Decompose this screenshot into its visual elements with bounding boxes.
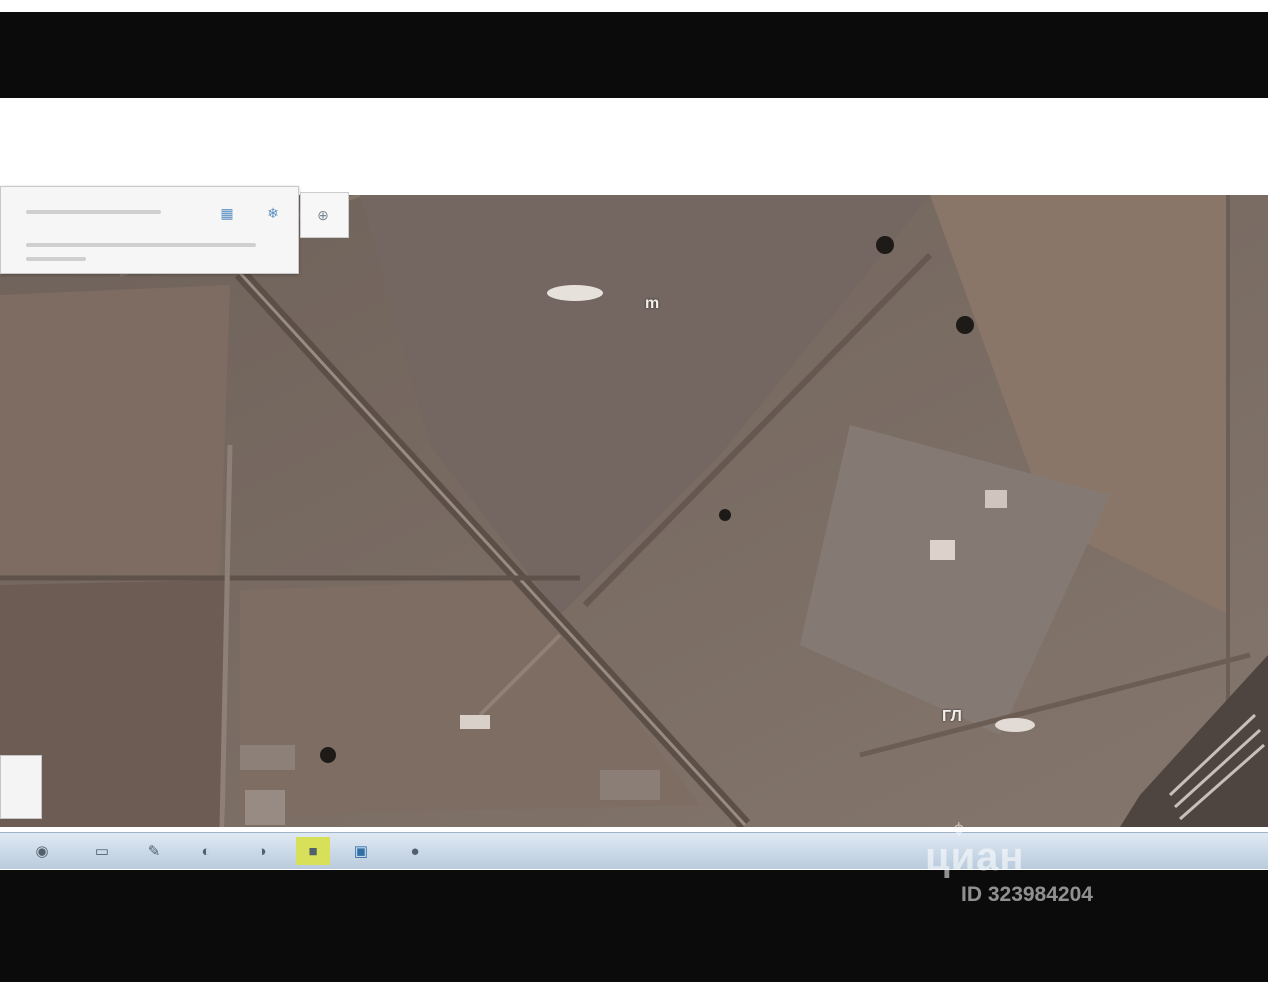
media-icon[interactable]: ◑ xyxy=(250,839,274,863)
field-west xyxy=(0,285,230,575)
building xyxy=(985,490,1007,508)
tray-icon[interactable]: ● xyxy=(403,839,427,863)
active-app-icon[interactable]: ■ xyxy=(301,839,325,863)
building xyxy=(930,540,955,560)
folder-icon[interactable]: ◐ xyxy=(194,839,218,863)
white-object xyxy=(547,285,603,301)
screen-blank-area xyxy=(0,98,1268,195)
monitor-icon[interactable]: ▣ xyxy=(349,839,373,863)
watermark-listing-id: ID 323984204 xyxy=(961,883,1093,906)
building xyxy=(240,745,295,770)
map-zoom-control[interactable]: ⊕ xyxy=(300,192,349,238)
dark-spot xyxy=(876,236,894,254)
listing-watermark: ⌖ циан ID 323984204 xyxy=(925,813,1150,915)
side-panel-toggle[interactable] xyxy=(0,755,42,819)
building xyxy=(460,715,490,729)
info-text-line xyxy=(26,243,256,247)
dark-spot xyxy=(719,509,731,521)
map-imagery xyxy=(0,195,1268,827)
satellite-map[interactable]: m ГЛ xyxy=(0,195,1268,827)
start-orb-icon[interactable]: ◉ xyxy=(30,839,54,863)
info-text-line xyxy=(26,210,161,214)
map-marker-label: m xyxy=(645,295,660,312)
pin-icon[interactable]: ✎ xyxy=(142,839,166,863)
dark-spot xyxy=(320,747,336,763)
zoom-icon[interactable]: ⊕ xyxy=(315,207,331,223)
white-object-2 xyxy=(995,718,1035,732)
map-marker-label: ГЛ xyxy=(942,708,962,725)
window-icon[interactable]: ▭ xyxy=(90,839,114,863)
monitor-top-bezel xyxy=(0,12,1268,98)
layers-icon[interactable]: ▦ xyxy=(219,205,235,221)
map-info-panel[interactable]: ▦ ❄ xyxy=(0,186,299,274)
info-text-line xyxy=(26,257,86,261)
watermark-brand: циан xyxy=(925,835,1025,879)
dark-spot xyxy=(956,316,974,334)
building xyxy=(600,770,660,800)
snowflake-icon[interactable]: ❄ xyxy=(265,205,281,221)
building xyxy=(245,790,285,825)
